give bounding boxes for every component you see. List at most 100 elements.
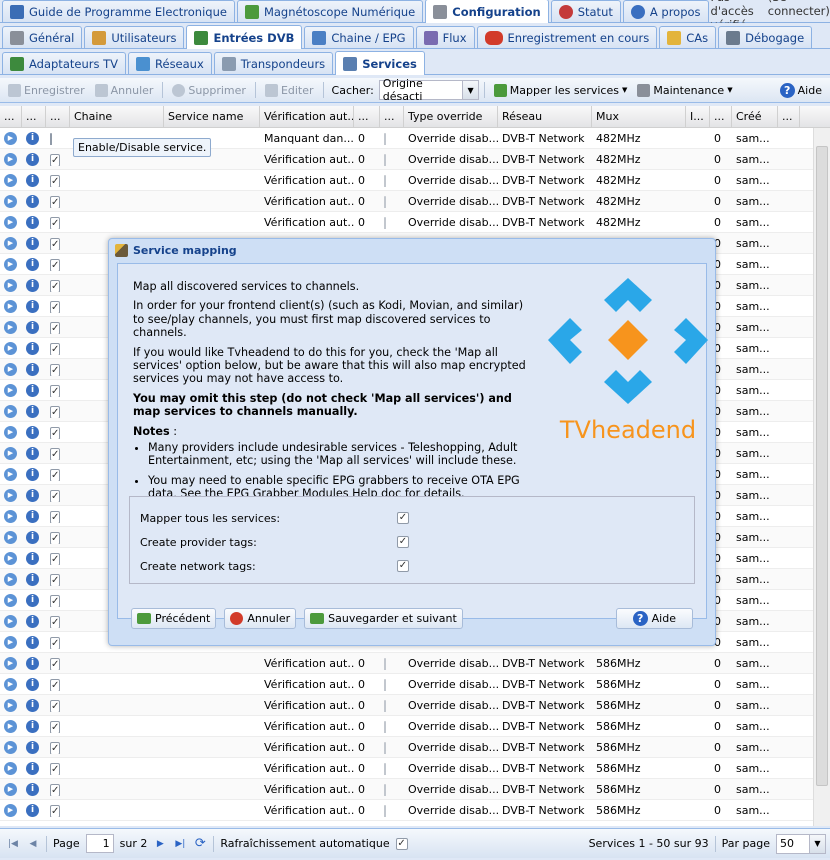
enabled-checkbox[interactable]: ✓ [50,195,61,208]
table-row[interactable]: ▶ i ✓ Vérification aut... 0 Override disab...… [0,716,830,737]
tab-status[interactable]: Statut [550,0,621,22]
dialog-title-bar[interactable]: Service mapping [109,239,715,261]
save-button[interactable]: Enregistrer [4,80,89,101]
info-icon[interactable]: i [26,677,39,691]
enabled-checkbox[interactable]: ✓ [50,552,61,565]
enabled-checkbox[interactable]: ✓ [50,636,61,649]
tab-channel-epg[interactable]: Chaine / EPG [304,26,414,48]
info-icon[interactable]: i [26,341,39,355]
enabled-checkbox[interactable]: ✓ [50,615,61,628]
checkbox[interactable] [384,762,386,775]
column-header[interactable]: ... [0,106,22,127]
enabled-checkbox[interactable]: ✓ [50,237,61,250]
checkbox[interactable] [384,153,386,166]
info-icon[interactable]: i [26,614,39,628]
checkbox[interactable] [384,657,386,670]
info-icon[interactable]: i [26,194,39,208]
play-icon[interactable]: ▶ [4,362,17,376]
maintenance-button[interactable]: Maintenance ▼ [633,80,736,101]
enabled-checkbox[interactable]: ✓ [50,174,61,187]
play-icon[interactable]: ▶ [4,572,17,586]
grid-scrollbar[interactable] [813,128,830,826]
play-icon[interactable]: ▶ [4,698,17,712]
table-row[interactable]: ▶ i ✓ Vérification aut... 0 Override disab...… [0,779,830,800]
column-header[interactable]: ... [46,106,70,127]
info-icon[interactable]: i [26,215,39,229]
column-header[interactable]: ... [380,106,404,127]
table-row[interactable]: ▶ i ✓ Vérification aut... 0 Override disab...… [0,674,830,695]
play-icon[interactable]: ▶ [4,383,17,397]
info-icon[interactable]: i [26,509,39,523]
enabled-checkbox[interactable]: ✓ [50,216,61,229]
play-icon[interactable]: ▶ [4,635,17,649]
play-icon[interactable]: ▶ [4,656,17,670]
play-icon[interactable]: ▶ [4,614,17,628]
help-button[interactable]: ? Aide [776,80,830,101]
tab-recording[interactable]: Enregistrement en cours [476,26,658,48]
checkbox[interactable] [384,720,386,733]
info-icon[interactable]: i [26,173,39,187]
play-icon[interactable]: ▶ [4,215,17,229]
info-icon[interactable]: i [26,698,39,712]
chevron-down-icon[interactable]: ▼ [809,834,825,853]
cancel-button[interactable]: Annuler [224,607,297,629]
play-icon[interactable]: ▶ [4,152,17,166]
info-icon[interactable]: i [26,488,39,502]
enabled-checkbox[interactable]: ✓ [50,489,61,502]
checkbox[interactable] [384,216,386,229]
enabled-checkbox[interactable]: ✓ [50,384,61,397]
table-row[interactable]: ▶ i ✓ Vérification aut... 0 Override disab...… [0,695,830,716]
play-icon[interactable]: ▶ [4,719,17,733]
table-row[interactable]: ▶ i ✓ Vérification aut... 0 Override disab...… [0,212,830,233]
play-icon[interactable]: ▶ [4,320,17,334]
info-icon[interactable]: i [26,131,39,145]
tab-about[interactable]: A propos [622,0,709,22]
tab-tv-adapters[interactable]: Adaptateurs TV [2,52,127,74]
enabled-checkbox[interactable]: ✓ [50,510,61,523]
enabled-checkbox[interactable]: ✓ [50,300,61,313]
enabled-checkbox[interactable]: ✓ [50,468,61,481]
column-header[interactable]: Mux [592,106,686,127]
scrollbar-thumb[interactable] [816,146,828,786]
edit-button[interactable]: Editer [261,80,318,101]
enabled-checkbox[interactable]: ✓ [50,783,61,796]
map-all-checkbox[interactable]: ✓ [397,512,409,524]
tab-debug[interactable]: Débogage [718,26,813,48]
table-row[interactable]: ▶ i ✓ Vérification aut... 0 Override disab...… [0,191,830,212]
enabled-checkbox[interactable]: ✓ [50,720,61,733]
play-icon[interactable]: ▶ [4,803,17,817]
enabled-checkbox[interactable]: ✓ [50,342,61,355]
play-icon[interactable]: ▶ [4,278,17,292]
enabled-checkbox[interactable]: ✓ [50,594,61,607]
enabled-checkbox[interactable]: ✓ [50,426,61,439]
tab-cas[interactable]: CAs [659,26,717,48]
delete-button[interactable]: Supprimer [168,80,250,101]
play-icon[interactable]: ▶ [4,194,17,208]
play-icon[interactable]: ▶ [4,761,17,775]
enabled-checkbox[interactable]: ✓ [50,741,61,754]
info-icon[interactable]: i [26,152,39,166]
page-input[interactable]: 1 [85,834,114,853]
tab-muxes[interactable]: Transpondeurs [213,52,334,74]
next-page-icon[interactable]: ▶ [153,837,167,851]
info-icon[interactable]: i [26,404,39,418]
play-icon[interactable]: ▶ [4,425,17,439]
tab-networks[interactable]: Réseaux [128,52,212,74]
enabled-checkbox[interactable]: ✓ [50,573,61,586]
column-header[interactable]: I... [686,106,710,127]
info-icon[interactable]: i [26,257,39,271]
dialog-help-button[interactable]: ? Aide [615,607,693,629]
last-page-icon[interactable]: ▶| [173,837,187,851]
enabled-checkbox[interactable]: ✓ [50,153,61,166]
info-icon[interactable]: i [26,362,39,376]
prev-page-icon[interactable]: ◀ [26,837,40,851]
checkbox[interactable] [384,174,386,187]
tab-dvr[interactable]: Magnétoscope Numérique [236,0,424,22]
network-tags-checkbox[interactable]: ✓ [397,560,409,572]
info-icon[interactable]: i [26,530,39,544]
chevron-down-icon[interactable]: ▼ [462,81,478,99]
column-header[interactable]: ... [710,106,732,127]
info-icon[interactable]: i [26,656,39,670]
column-header[interactable]: ... [354,106,380,127]
info-icon[interactable]: i [26,320,39,334]
